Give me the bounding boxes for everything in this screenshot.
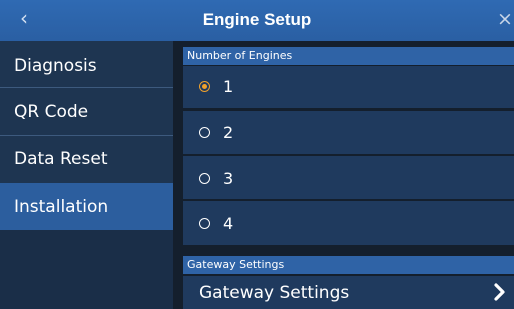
page-title: Engine Setup (202, 10, 312, 29)
sidebar-item-data-reset[interactable]: Data Reset (0, 136, 173, 183)
engine-option-1[interactable]: 1 (183, 66, 514, 108)
engine-option-label: 1 (223, 77, 234, 96)
engine-option-3[interactable]: 3 (183, 156, 514, 199)
engine-option-label: 3 (223, 169, 234, 188)
radio-dot-icon (202, 84, 207, 89)
engine-option-label: 2 (223, 123, 234, 142)
radio-selected-icon[interactable] (199, 81, 210, 92)
section-header-number-of-engines: Number of Engines (183, 47, 514, 65)
section-header-gateway-settings: Gateway Settings (183, 256, 514, 274)
sidebar-item-label: Data Reset (14, 149, 108, 169)
engine-option-label: 4 (223, 214, 234, 233)
sidebar-item-label: Installation (14, 197, 109, 217)
gateway-settings-label: Gateway Settings (199, 283, 350, 303)
radio-unselected-icon[interactable] (199, 127, 210, 138)
sidebar-item-label: Diagnosis (14, 56, 97, 76)
sidebar-empty-area (0, 230, 173, 309)
close-icon[interactable]: × (497, 9, 513, 29)
engine-option-4[interactable]: 4 (183, 201, 514, 245)
engine-option-2[interactable]: 2 (183, 111, 514, 154)
engine-setup-screen: ‹ Engine Setup × Diagnosis QR Code Data … (0, 0, 514, 309)
sidebar: Diagnosis QR Code Data Reset Installatio… (0, 41, 173, 309)
chevron-right-icon (494, 283, 505, 301)
radio-unselected-icon[interactable] (199, 173, 210, 184)
sidebar-item-diagnosis[interactable]: Diagnosis (0, 41, 173, 88)
sidebar-item-installation[interactable]: Installation (0, 183, 173, 230)
radio-unselected-icon[interactable] (199, 218, 210, 229)
sidebar-item-qr-code[interactable]: QR Code (0, 88, 173, 136)
main-panel: Number of Engines 1 2 3 4 Gateway Settin… (183, 47, 514, 309)
title-bar: ‹ Engine Setup × (0, 0, 514, 41)
gateway-settings-row[interactable]: Gateway Settings (183, 276, 514, 309)
sidebar-item-label: QR Code (14, 102, 89, 122)
